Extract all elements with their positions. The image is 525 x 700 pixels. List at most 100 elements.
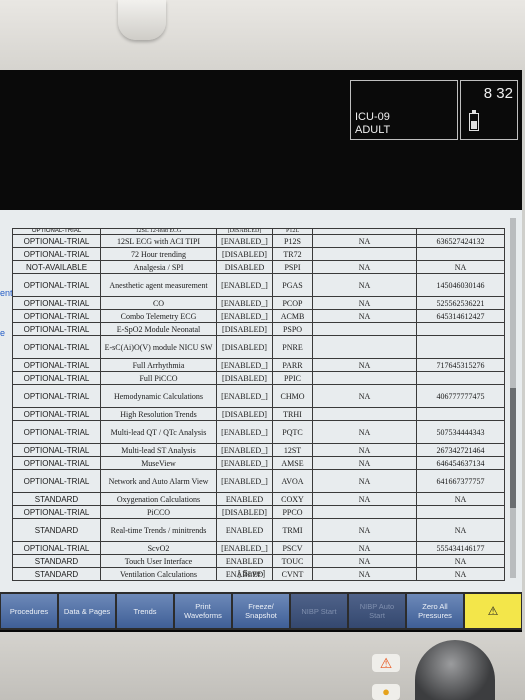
- cell-status: OPTIONAL-TRIAL: [12, 273, 101, 297]
- softkey-button[interactable]: Procedures: [1, 594, 57, 628]
- options-table-wrap: OPTIONAL-TRIAL 12SL 12-lead ECG [DISABLE…: [12, 228, 506, 581]
- cell-key: 555434146177: [416, 541, 505, 555]
- power-led-icon: ●: [372, 684, 400, 700]
- trim-knob[interactable]: [415, 640, 495, 700]
- cell-status: OPTIONAL-TRIAL: [12, 247, 101, 261]
- table-row[interactable]: OPTIONAL-TRIAL Anesthetic agent measureme…: [12, 273, 505, 297]
- save-button[interactable]: [ Save ]: [238, 569, 265, 578]
- cell-description: E-sC(Ai)O(V) module NICU SW: [100, 335, 217, 359]
- softkey-button[interactable]: Trends: [117, 594, 173, 628]
- cell-key: [416, 505, 505, 519]
- table-row[interactable]: OPTIONAL-TRIAL PiCCO [DISABLED] PPCO: [12, 505, 505, 519]
- table-row[interactable]: OPTIONAL-TRIAL Multi-lead QT / QTc Analys…: [12, 420, 505, 444]
- cell-code: AVOA: [272, 469, 313, 493]
- cell-key: NA: [416, 260, 505, 274]
- cell-code: PSPO: [272, 322, 313, 336]
- patient-type-label: ADULT: [355, 124, 391, 136]
- cell-description: Full Arrhythmia: [100, 358, 217, 372]
- cell-key: 717645315276: [416, 358, 505, 372]
- table-row[interactable]: STANDARD Real-time Trends / minitrends ENA…: [12, 518, 505, 542]
- cell-status: OPTIONAL-TRIAL: [12, 335, 101, 359]
- table-row[interactable]: OPTIONAL-TRIAL Full Arrhythmia [ENABLED_] P…: [12, 358, 505, 372]
- cell-description: Network and Auto Alarm View: [100, 469, 217, 493]
- cell-na: [312, 247, 417, 261]
- cell-code: P12S: [272, 234, 313, 248]
- cell-state: [ENABLED_]: [216, 309, 273, 323]
- side-label-2[interactable]: e: [0, 328, 5, 338]
- cell-key: NA: [416, 567, 505, 581]
- softkey-button[interactable]: Freeze/ Snapshot: [233, 594, 289, 628]
- table-row[interactable]: STANDARD Touch User Interface ENABLED TOUC N…: [12, 554, 505, 568]
- cell-na: NA: [312, 554, 417, 568]
- cell-status: NOT-AVAILABLE: [12, 260, 101, 274]
- cell-code: PSCV: [272, 541, 313, 555]
- cell-key: [416, 371, 505, 385]
- cell-status: STANDARD: [12, 554, 101, 568]
- softkey-button[interactable]: Print Waveforms: [175, 594, 231, 628]
- cell-na: NA: [312, 260, 417, 274]
- table-row[interactable]: OPTIONAL-TRIAL E-sC(Ai)O(V) module NICU S…: [12, 335, 505, 359]
- cell-state: [ENABLED_]: [216, 443, 273, 457]
- table-row[interactable]: OPTIONAL-TRIAL Network and Auto Alarm Vie…: [12, 469, 505, 493]
- cell-code: ACMB: [272, 309, 313, 323]
- table-row[interactable]: OPTIONAL-TRIAL ScvO2 [ENABLED_] PSCV NA 55543…: [12, 541, 505, 555]
- alarm-led-icon: ⚠: [372, 654, 400, 672]
- table-row[interactable]: OPTIONAL-TRIAL Combo Telemetry ECG [ENABLE…: [12, 309, 505, 323]
- cell-description: Ventilation Calculations: [100, 567, 217, 581]
- cell-na: NA: [312, 420, 417, 444]
- table-row[interactable]: OPTIONAL-TRIAL Full PiCCO [DISABLED] PPIC: [12, 371, 505, 385]
- softkey-button[interactable]: Zero All Pressures: [407, 594, 463, 628]
- cell-state: [ENABLED_]: [216, 456, 273, 470]
- side-label-1[interactable]: ent: [0, 288, 13, 298]
- cell-code: PARR: [272, 358, 313, 372]
- table-row[interactable]: OPTIONAL-TRIAL E-SpO2 Module Neonatal [DIS…: [12, 322, 505, 336]
- patient-info-box[interactable]: ICU-09 ADULT: [350, 80, 458, 140]
- table-row[interactable]: OPTIONAL-TRIAL Hemodynamic Calculations [E…: [12, 384, 505, 408]
- cell-state: [ENABLED_]: [216, 469, 273, 493]
- table-row[interactable]: OPTIONAL-TRIAL MuseView [ENABLED_] AMSE NA 64…: [12, 456, 505, 470]
- vertical-scrollbar[interactable]: [510, 218, 516, 578]
- cell-key: [416, 335, 505, 359]
- cell-state: [ENABLED_]: [216, 420, 273, 444]
- battery-icon: [469, 110, 479, 131]
- cell-code: CHMO: [272, 384, 313, 408]
- table-row[interactable]: OPTIONAL-TRIAL 12SL ECG with ACI TIPI [ENA…: [12, 234, 505, 248]
- cell-key: 406777777475: [416, 384, 505, 408]
- alarm-silence-button[interactable]: ⚠: [465, 594, 521, 628]
- table-row[interactable]: OPTIONAL-TRIAL Multi-lead ST Analysis [ENA…: [12, 443, 505, 457]
- device-bezel-bottom: ⚠ ●: [0, 632, 525, 700]
- cell-description: E-SpO2 Module Neonatal: [100, 322, 217, 336]
- cell-description: Multi-lead QT / QTc Analysis: [100, 420, 217, 444]
- cell-key: 145046030146: [416, 273, 505, 297]
- table-row[interactable]: OPTIONAL-TRIAL 72 Hour trending [DISABLED]…: [12, 247, 505, 261]
- cell-na: NA: [312, 456, 417, 470]
- cell-state: [ENABLED_]: [216, 384, 273, 408]
- table-row[interactable]: OPTIONAL-TRIAL High Resolution Trends [DIS…: [12, 407, 505, 421]
- cell-state: ENABLED: [216, 518, 273, 542]
- scroll-thumb[interactable]: [510, 388, 516, 508]
- cell-code: PPIC: [272, 371, 313, 385]
- table-row[interactable]: NOT-AVAILABLE Analgesia / SPI DISABLED PSPI…: [12, 260, 505, 274]
- cell-description: Hemodynamic Calculations: [100, 384, 217, 408]
- cell-description: High Resolution Trends: [100, 407, 217, 421]
- cell-description: PiCCO: [100, 505, 217, 519]
- softkey-button[interactable]: NIBP Auto Start: [349, 594, 405, 628]
- cell-state: ENABLED: [216, 554, 273, 568]
- cell-na: [312, 322, 417, 336]
- table-row[interactable]: OPTIONAL-TRIAL CO [ENABLED_] PCOP NA 52556253…: [12, 296, 505, 310]
- softkey-button[interactable]: NIBP Start: [291, 594, 347, 628]
- softkey-bar: Procedures Data & Pages Trends Print Wavefo…: [0, 592, 522, 630]
- software-options-panel: ent e OPTIONAL-TRIAL 12SL 12-lead ECG [D…: [0, 210, 522, 592]
- bed-label: ICU-09: [355, 111, 390, 123]
- cell-state: [DISABLED]: [216, 247, 273, 261]
- cell-na: NA: [312, 541, 417, 555]
- cell-na: NA: [312, 234, 417, 248]
- cell-na: NA: [312, 273, 417, 297]
- cell-description: Touch User Interface: [100, 554, 217, 568]
- table-row[interactable]: STANDARD Oxygenation Calculations ENABLED C…: [12, 492, 505, 506]
- softkey-button[interactable]: Data & Pages: [59, 594, 115, 628]
- cell-status: STANDARD: [12, 518, 101, 542]
- cell-key: NA: [416, 492, 505, 506]
- cell-status: OPTIONAL-TRIAL: [12, 309, 101, 323]
- cell-description: Multi-lead ST Analysis: [100, 443, 217, 457]
